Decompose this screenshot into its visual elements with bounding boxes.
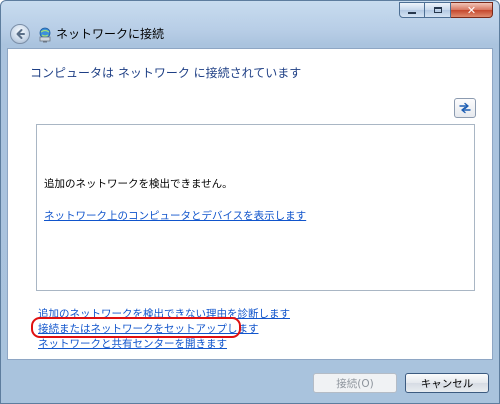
connect-button[interactable]: 接続(O)	[313, 373, 397, 393]
maximize-button[interactable]	[425, 2, 451, 18]
diagnose-link[interactable]: 追加のネットワークを検出できない理由を診断します	[38, 307, 290, 322]
no-network-message: 追加のネットワークを検出できません。	[44, 178, 233, 190]
caption-buttons: ✕	[399, 2, 493, 18]
close-button[interactable]: ✕	[451, 2, 493, 18]
maximize-icon	[433, 7, 442, 13]
refresh-icon	[459, 102, 471, 114]
content-panel: コンピュータは ネットワーク に接続されています 追加のネットワークを検出できま…	[7, 48, 493, 360]
window-header: ネットワークに接続	[1, 21, 499, 47]
task-links: 追加のネットワークを検出できない理由を診断します 接続またはネットワークをセット…	[38, 307, 290, 352]
connection-status-heading: コンピュータは ネットワーク に接続されています	[30, 66, 302, 80]
refresh-button[interactable]	[454, 98, 476, 118]
back-arrow-icon	[16, 29, 25, 39]
show-computers-devices-link[interactable]: ネットワーク上のコンピュータとデバイスを表示します	[44, 209, 306, 223]
network-sharing-center-link[interactable]: ネットワークと共有センターを開きます	[38, 337, 290, 352]
network-icon	[39, 27, 51, 43]
connect-to-network-window: ✕ ネットワークに接続 コンピュータは ネットワーク に接続されています 追加の…	[0, 0, 500, 404]
minimize-button[interactable]	[399, 2, 425, 18]
window-title: ネットワークに接続	[56, 27, 165, 41]
network-list-box: 追加のネットワークを検出できません。 ネットワーク上のコンピュータとデバイスを表…	[36, 124, 475, 291]
close-icon: ✕	[466, 3, 477, 17]
minimize-icon	[408, 12, 416, 14]
cancel-button[interactable]: キャンセル	[405, 373, 489, 393]
setup-connection-link[interactable]: 接続またはネットワークをセットアップします	[38, 322, 290, 337]
back-button[interactable]	[10, 24, 30, 44]
